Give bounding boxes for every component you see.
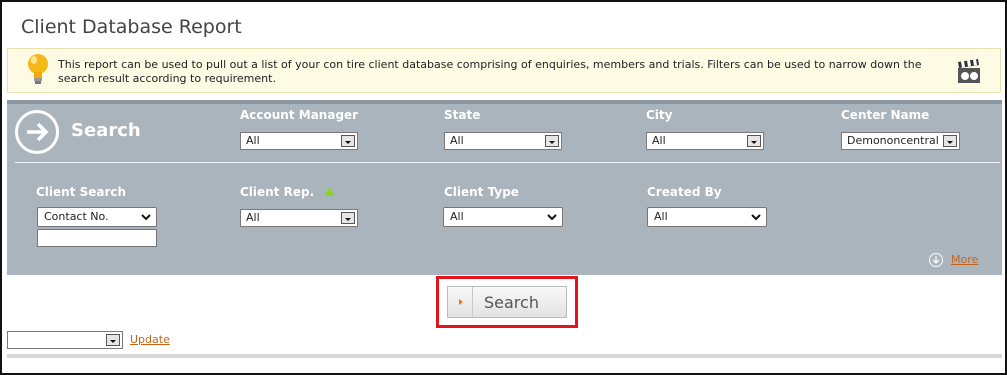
client-rep-label-text: Client Rep. [240,185,315,199]
state-label: State [444,108,481,122]
triangle-up-icon [324,187,336,196]
button-separator [472,287,473,317]
client-search-field-value: Contact No. [44,210,109,223]
arrow-right-circle-icon [15,110,59,154]
search-button-label[interactable]: Search [484,293,539,312]
account-manager-label: Account Manager [240,108,359,122]
dropdown-arrow-icon[interactable] [106,334,120,346]
center-name-label: Center Name [841,108,930,122]
dropdown-arrow-icon[interactable] [545,135,559,147]
city-value: All [652,134,666,147]
info-banner: This report can be used to pull out a li… [7,48,1001,93]
report-window: Client Database Report This report can b… [0,0,1007,375]
triangle-right-icon [459,299,463,305]
account-manager-select[interactable]: All [240,132,358,150]
center-name-select[interactable]: Demononcentral [841,132,960,150]
chevron-down-circle-icon[interactable] [929,253,943,267]
client-rep-label: Client Rep. [240,185,336,199]
created-by-select[interactable]: All [647,207,767,227]
dropdown-arrow-icon[interactable] [943,135,957,147]
center-name-value: Demononcentral [847,134,939,147]
client-search-input[interactable] [37,229,157,247]
search-panel-title: Search [71,120,141,141]
state-select[interactable]: All [444,132,562,150]
created-by-label: Created By [647,185,722,199]
client-type-value: All [450,210,464,223]
client-rep-value: All [246,211,260,224]
city-label: City [646,108,673,122]
created-by-value: All [654,210,668,223]
client-rep-select[interactable]: All [240,209,358,227]
state-value: All [450,134,464,147]
panel-divider [15,162,1000,163]
dropdown-arrow-icon[interactable] [341,135,355,147]
chevron-down-icon [751,214,761,221]
page-size-select[interactable] [7,331,123,349]
search-panel: Search Account Manager All State All Cit… [7,100,1002,275]
dropdown-arrow-icon[interactable] [341,212,355,224]
page-title: Client Database Report [21,16,242,38]
account-manager-value: All [246,134,260,147]
client-type-select[interactable]: All [443,207,563,227]
chevron-down-icon [547,214,557,221]
client-search-label: Client Search [36,185,127,199]
client-type-label: Client Type [444,185,519,199]
lightbulb-icon [28,54,48,84]
city-select[interactable]: All [646,132,764,150]
search-button[interactable]: Search [447,286,567,318]
update-link[interactable]: Update [130,333,170,346]
info-text: This report can be used to pull out a li… [58,58,922,85]
dropdown-arrow-icon[interactable] [747,135,761,147]
clapperboard-icon[interactable] [956,58,982,84]
more-link-text[interactable]: More [951,253,978,266]
results-divider [7,354,1002,358]
client-search-field-select[interactable]: Contact No. [37,207,157,227]
panel-top-border [7,100,1002,104]
chevron-down-icon [141,214,151,221]
